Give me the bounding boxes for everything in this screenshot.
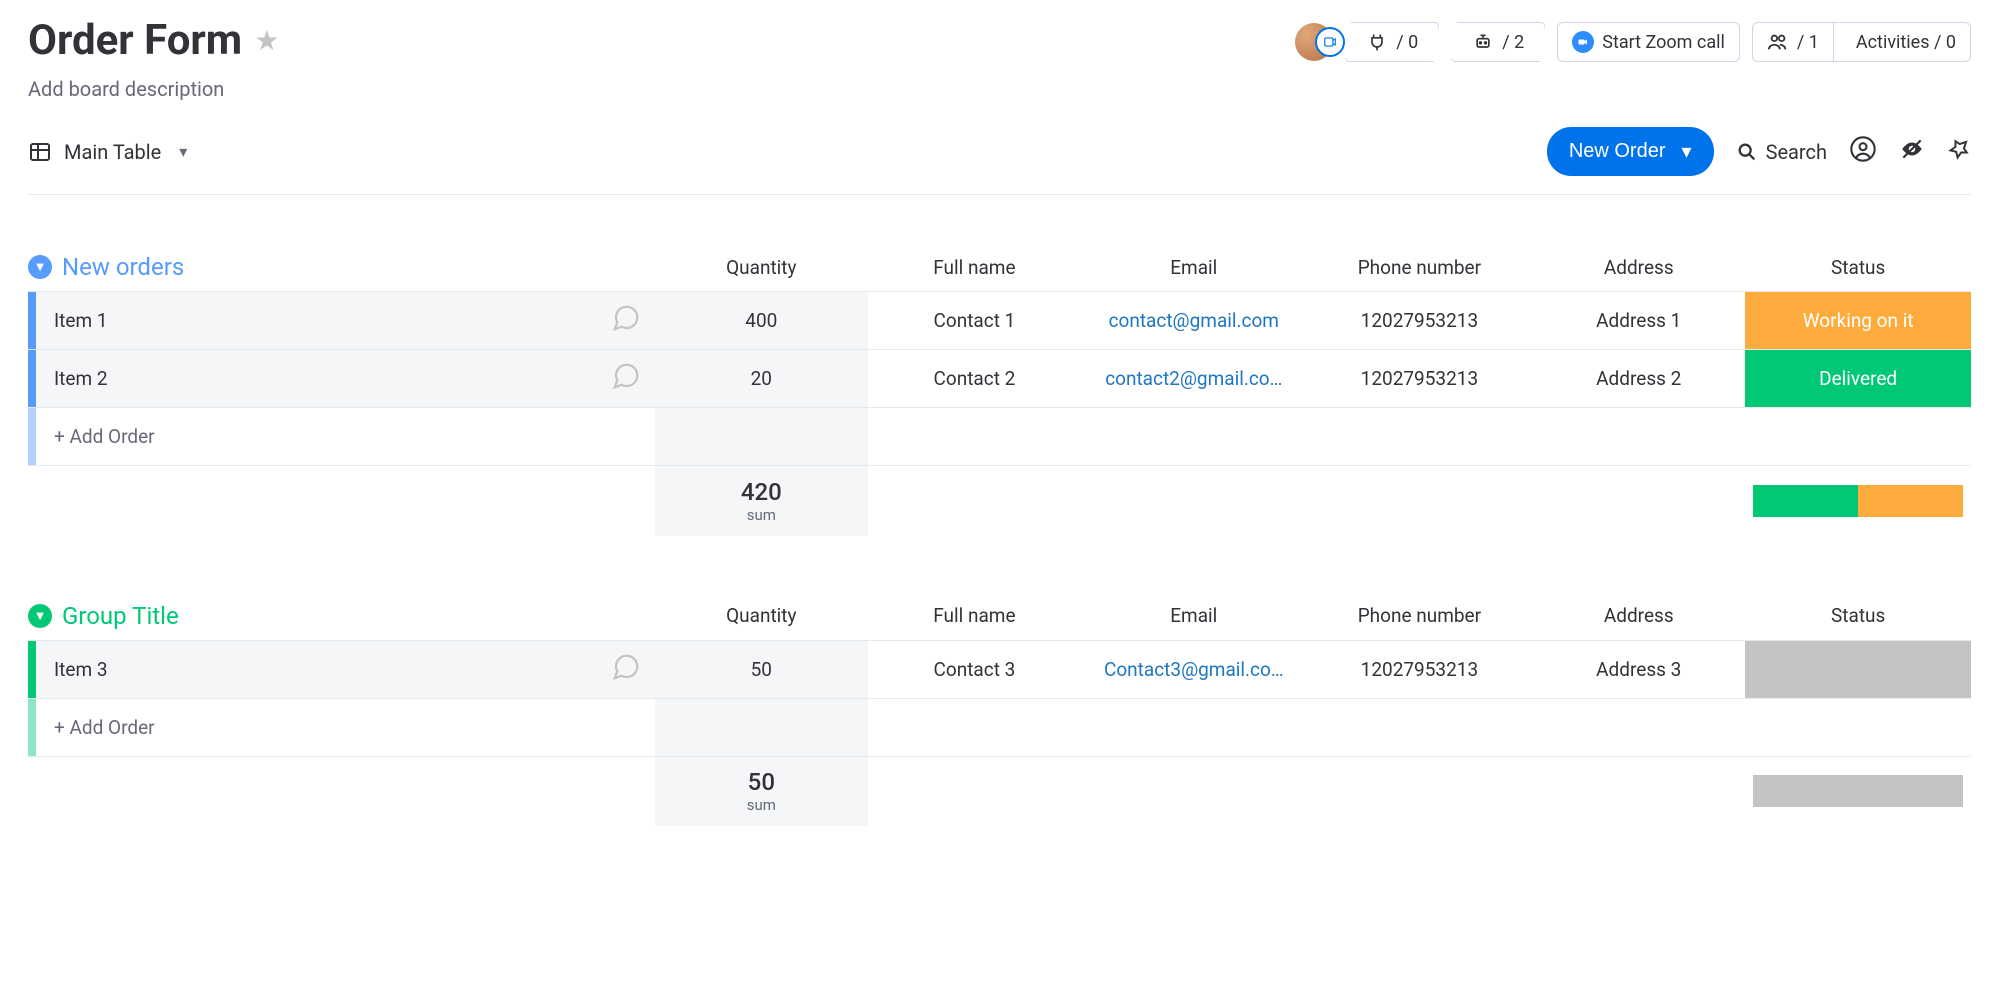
- page-title: Order Form: [28, 16, 242, 65]
- members-icon: [1767, 31, 1789, 53]
- quantity-sum: 50 sum: [655, 757, 868, 827]
- members-count: / 1: [1797, 32, 1819, 53]
- column-header-quantity[interactable]: Quantity: [655, 243, 868, 292]
- robot-icon: [1472, 31, 1494, 53]
- status-cell[interactable]: [1745, 640, 1971, 698]
- table-row[interactable]: Item 1 400 Contact 1 contact@gmail.com 1…: [28, 292, 1971, 350]
- quantity-cell[interactable]: 20: [655, 350, 868, 408]
- add-order-row[interactable]: + Add Order: [28, 408, 1971, 466]
- address-cell[interactable]: Address 2: [1532, 350, 1745, 408]
- address-cell[interactable]: Address 1: [1532, 292, 1745, 350]
- person-filter-button[interactable]: [1849, 135, 1877, 168]
- column-header-fullname[interactable]: Full name: [868, 592, 1081, 641]
- column-header-email[interactable]: Email: [1081, 592, 1307, 641]
- user-avatar[interactable]: [1295, 23, 1333, 61]
- column-header-email[interactable]: Email: [1081, 243, 1307, 292]
- group-title[interactable]: New orders: [62, 253, 184, 281]
- activities-button[interactable]: Activities / 0: [1842, 24, 1970, 61]
- group-title[interactable]: Group Title: [62, 602, 179, 630]
- members-button[interactable]: / 1: [1753, 23, 1834, 61]
- group-color-bar: [28, 699, 36, 756]
- integrations-count: / 0: [1396, 32, 1418, 53]
- phone-cell[interactable]: 12027953213: [1307, 292, 1533, 350]
- column-header-status[interactable]: Status: [1745, 243, 1971, 292]
- chevron-down-icon: ▾: [1682, 139, 1692, 164]
- search-button[interactable]: Search: [1736, 140, 1827, 164]
- add-order-label: + Add Order: [36, 425, 155, 448]
- new-order-label: New Order: [1569, 140, 1666, 163]
- table-row[interactable]: Item 2 20 Contact 2 contact2@gmail.co… 1…: [28, 350, 1971, 408]
- table-icon: [28, 140, 52, 164]
- new-order-button[interactable]: New Order ▾: [1547, 127, 1714, 176]
- search-icon: [1736, 141, 1758, 163]
- status-cell[interactable]: Working on it: [1745, 292, 1971, 350]
- email-cell[interactable]: Contact3@gmail.co…: [1081, 640, 1307, 698]
- integrations-pill[interactable]: / 0: [1345, 22, 1439, 62]
- search-label: Search: [1766, 140, 1827, 164]
- fullname-cell[interactable]: Contact 3: [868, 640, 1081, 698]
- fullname-cell[interactable]: Contact 2: [868, 350, 1081, 408]
- quantity-cell[interactable]: 400: [655, 292, 868, 350]
- hide-columns-button[interactable]: [1899, 136, 1925, 167]
- group-color-bar: [28, 408, 36, 465]
- favorite-star-icon[interactable]: ★: [254, 24, 279, 57]
- column-header-quantity[interactable]: Quantity: [655, 592, 868, 641]
- conversation-icon[interactable]: [597, 361, 655, 396]
- quantity-cell[interactable]: 50: [655, 640, 868, 698]
- group-color-bar: [28, 350, 36, 407]
- column-header-address[interactable]: Address: [1532, 243, 1745, 292]
- column-header-fullname[interactable]: Full name: [868, 243, 1081, 292]
- add-order-label: + Add Order: [36, 716, 155, 739]
- group-collapse-toggle[interactable]: ▼: [28, 604, 52, 628]
- fullname-cell[interactable]: Contact 1: [868, 292, 1081, 350]
- automations-count: / 2: [1502, 32, 1524, 53]
- zoom-icon: [1572, 31, 1594, 53]
- add-order-row[interactable]: + Add Order: [28, 698, 1971, 756]
- item-name[interactable]: Item 2: [36, 367, 597, 390]
- quantity-sum: 420 sum: [655, 466, 868, 536]
- phone-cell[interactable]: 12027953213: [1307, 640, 1533, 698]
- phone-cell[interactable]: 12027953213: [1307, 350, 1533, 408]
- status-summary: [1753, 485, 1963, 517]
- group-color-bar: [28, 292, 36, 349]
- plug-icon: [1366, 31, 1388, 53]
- zoom-button[interactable]: Start Zoom call: [1557, 22, 1740, 62]
- board-description[interactable]: Add board description: [28, 77, 279, 101]
- group-collapse-toggle[interactable]: ▼: [28, 255, 52, 279]
- table-row[interactable]: Item 3 50 Contact 3 Contact3@gmail.co… 1…: [28, 640, 1971, 698]
- column-header-phone[interactable]: Phone number: [1307, 592, 1533, 641]
- zoom-label: Start Zoom call: [1602, 32, 1725, 53]
- status-cell[interactable]: Delivered: [1745, 350, 1971, 408]
- item-name[interactable]: Item 1: [36, 309, 597, 332]
- group-color-bar: [28, 641, 36, 698]
- address-cell[interactable]: Address 3: [1532, 640, 1745, 698]
- board-view-icon[interactable]: [1315, 27, 1345, 57]
- email-cell[interactable]: contact2@gmail.co…: [1081, 350, 1307, 408]
- status-summary: [1753, 775, 1963, 807]
- chevron-down-icon: ▾: [179, 142, 187, 161]
- view-name: Main Table: [64, 140, 161, 164]
- email-cell[interactable]: contact@gmail.com: [1081, 292, 1307, 350]
- view-selector[interactable]: Main Table ▾: [28, 140, 187, 164]
- pin-button[interactable]: [1947, 137, 1971, 166]
- column-header-phone[interactable]: Phone number: [1307, 243, 1533, 292]
- column-header-status[interactable]: Status: [1745, 592, 1971, 641]
- activities-label: Activities / 0: [1856, 32, 1956, 53]
- item-name[interactable]: Item 3: [36, 658, 597, 681]
- conversation-icon[interactable]: [597, 652, 655, 687]
- automations-pill[interactable]: / 2: [1451, 22, 1545, 62]
- conversation-icon[interactable]: [597, 303, 655, 338]
- column-header-address[interactable]: Address: [1532, 592, 1745, 641]
